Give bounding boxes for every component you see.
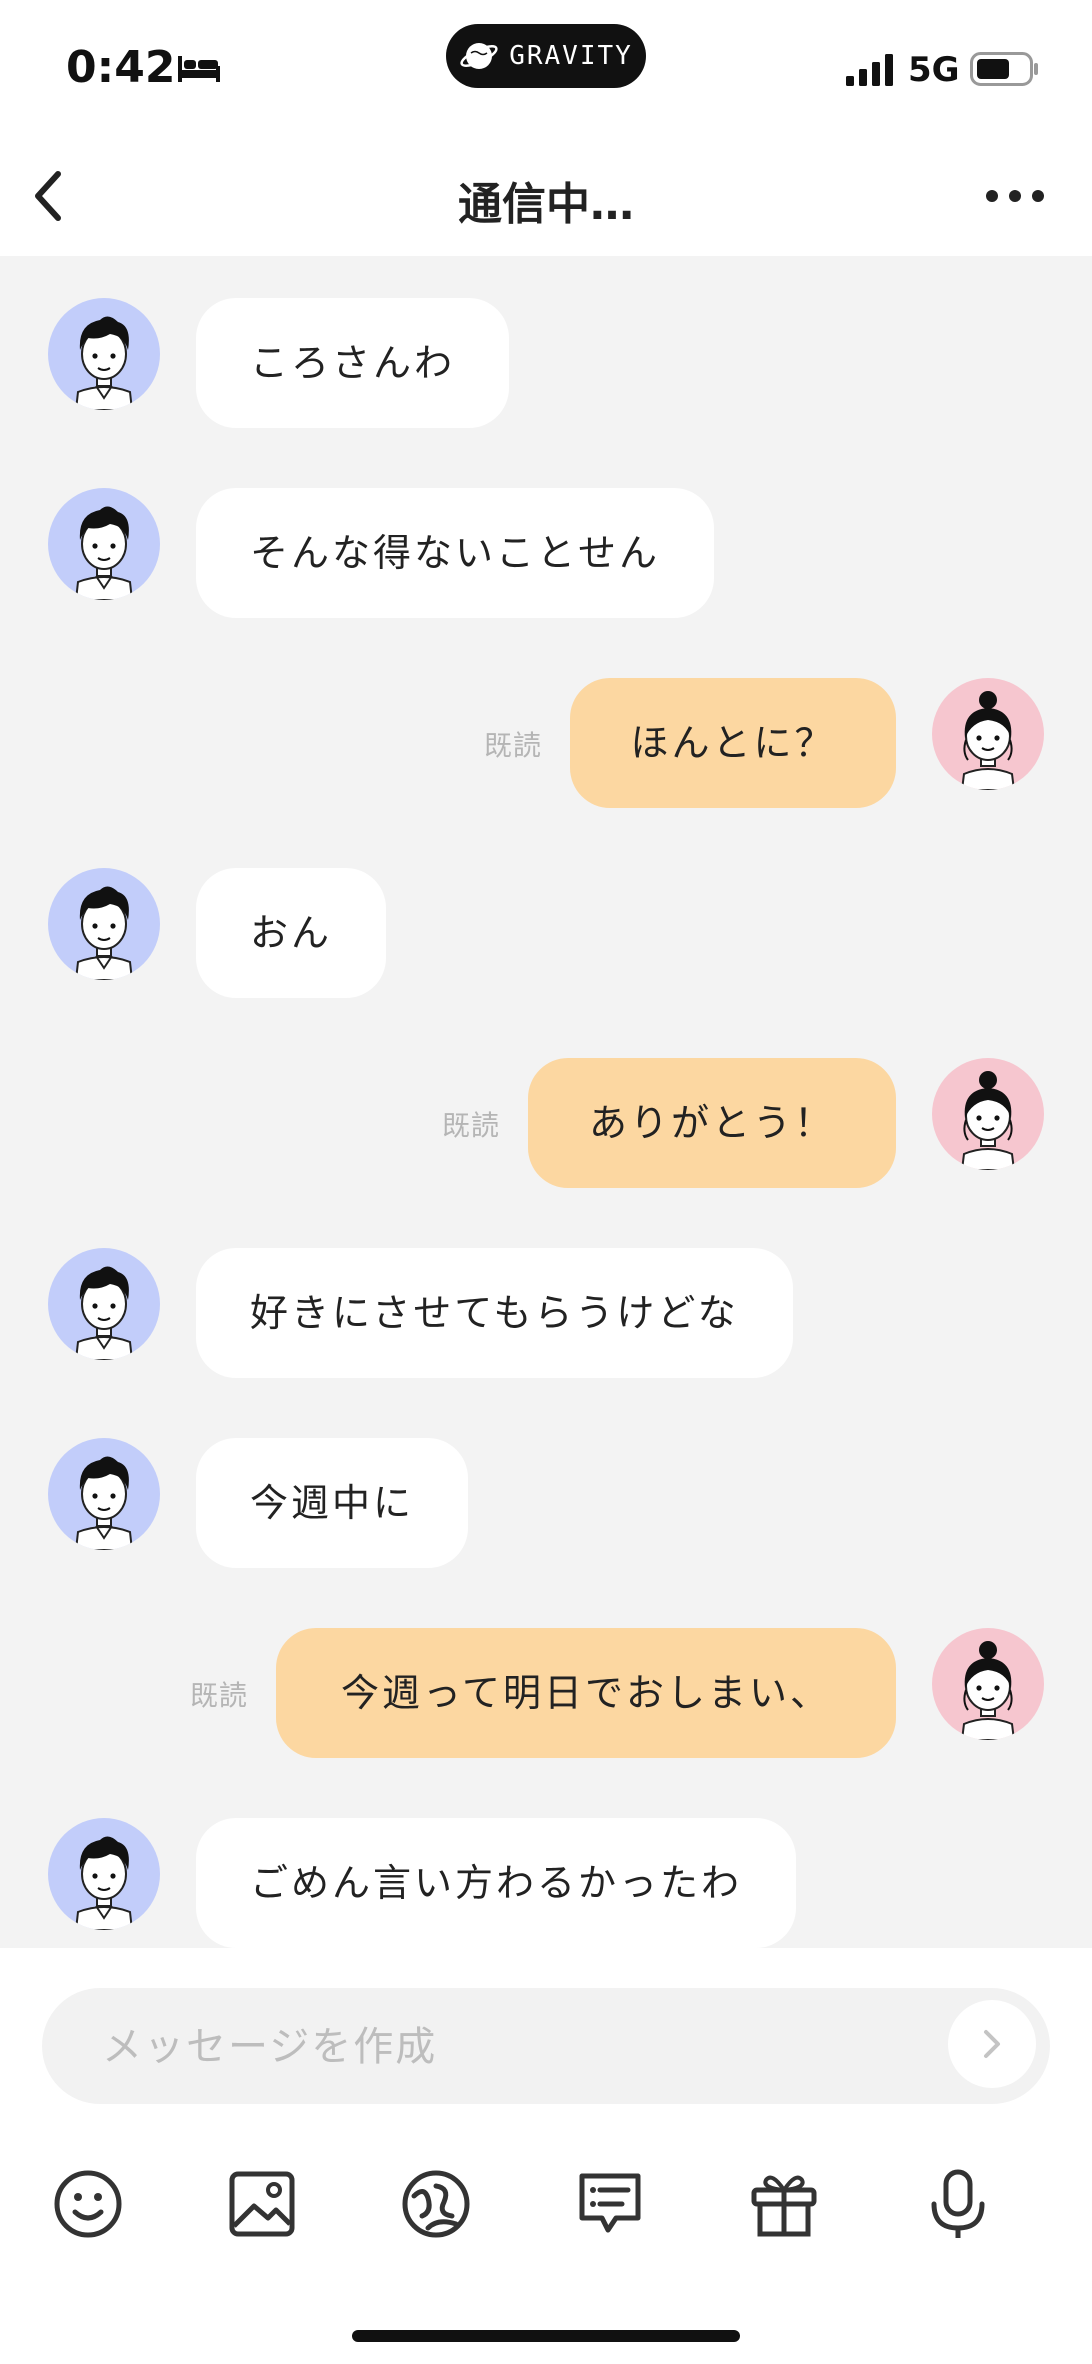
incoming-message-bubble[interactable]: ごめん言い方わるかったわ <box>196 1818 797 1948</box>
avatar[interactable] <box>48 1248 160 1360</box>
composer-toolbar <box>0 2166 1092 2242</box>
avatar[interactable] <box>932 1058 1044 1170</box>
sticker-icon[interactable] <box>398 2166 474 2242</box>
chevron-right-icon <box>984 2030 1000 2058</box>
girl-avatar-icon <box>960 1071 1016 1170</box>
boy-avatar-icon <box>74 886 134 980</box>
image-icon[interactable] <box>224 2166 300 2242</box>
message-row: 既読 ありがとう！ <box>0 1058 1092 1192</box>
composer-area <box>0 1948 1092 2364</box>
avatar[interactable] <box>48 298 160 410</box>
avatar[interactable] <box>48 1438 160 1550</box>
girl-avatar-icon <box>960 1641 1016 1740</box>
avatar[interactable] <box>48 1818 160 1930</box>
incoming-message-bubble[interactable]: 好きにさせてもらうけどな <box>196 1248 793 1378</box>
pill-label: GRAVITY <box>509 41 633 71</box>
status-bar: 0:42 GRAVITY 5G <box>0 0 1092 140</box>
message-row: 既読 ほんとに？ <box>0 678 1092 812</box>
message-row: ころさんわ <box>0 298 1092 432</box>
avatar[interactable] <box>48 868 160 980</box>
battery-icon <box>970 52 1038 86</box>
message-row: そんな得ないことせん <box>0 488 1092 622</box>
app-island-pill[interactable]: GRAVITY <box>446 24 646 88</box>
send-button[interactable] <box>948 2000 1036 2088</box>
chat-message-list[interactable]: ころさんわ そんな得ないことせん 既読 ほんとに？ おん 既読 ありがとう！ 好… <box>0 256 1092 1948</box>
incoming-message-bubble[interactable]: そんな得ないことせん <box>196 488 715 618</box>
network-type: 5G <box>908 50 960 90</box>
read-receipt: 既読 <box>442 1109 501 1142</box>
girl-avatar-icon <box>960 691 1016 790</box>
boy-avatar-icon <box>74 506 134 600</box>
message-row: 好きにさせてもらうけどな <box>0 1248 1092 1382</box>
boy-avatar-icon <box>74 316 134 410</box>
outgoing-message-bubble[interactable]: ほんとに？ <box>570 678 896 808</box>
message-row: おん <box>0 868 1092 1002</box>
boy-avatar-icon <box>74 1836 134 1930</box>
planet-icon <box>460 43 498 69</box>
more-options-icon[interactable] <box>980 176 1050 216</box>
cellular-signal-icon <box>846 54 893 86</box>
incoming-message-bubble[interactable]: 今週中に <box>196 1438 469 1568</box>
avatar[interactable] <box>932 678 1044 790</box>
sleep-mode-icon <box>178 56 220 82</box>
home-indicator[interactable] <box>352 2330 740 2342</box>
message-input[interactable] <box>100 1988 904 2106</box>
outgoing-message-bubble[interactable]: 今週って明日でおしまい、 <box>276 1628 896 1758</box>
message-row: 既読 今週って明日でおしまい、 <box>0 1628 1092 1762</box>
avatar[interactable] <box>932 1628 1044 1740</box>
boy-avatar-icon <box>74 1456 134 1550</box>
outgoing-message-bubble[interactable]: ありがとう！ <box>528 1058 896 1188</box>
message-row: ごめん言い方わるかったわ <box>0 1818 1092 1948</box>
template-message-icon[interactable] <box>572 2166 648 2242</box>
page-title: 通信中… <box>458 179 634 230</box>
message-composer <box>42 1988 1050 2106</box>
incoming-message-bubble[interactable]: ころさんわ <box>196 298 510 428</box>
incoming-message-bubble[interactable]: おん <box>196 868 387 998</box>
read-receipt: 既読 <box>190 1679 249 1712</box>
boy-avatar-icon <box>74 1266 134 1360</box>
avatar[interactable] <box>48 488 160 600</box>
message-row: 今週中に <box>0 1438 1092 1572</box>
microphone-icon[interactable] <box>920 2166 996 2242</box>
navigation-bar: 通信中… <box>0 140 1092 256</box>
emoji-icon[interactable] <box>50 2166 126 2242</box>
gift-icon[interactable] <box>746 2166 822 2242</box>
status-time: 0:42 <box>66 42 176 93</box>
read-receipt: 既読 <box>484 729 543 762</box>
